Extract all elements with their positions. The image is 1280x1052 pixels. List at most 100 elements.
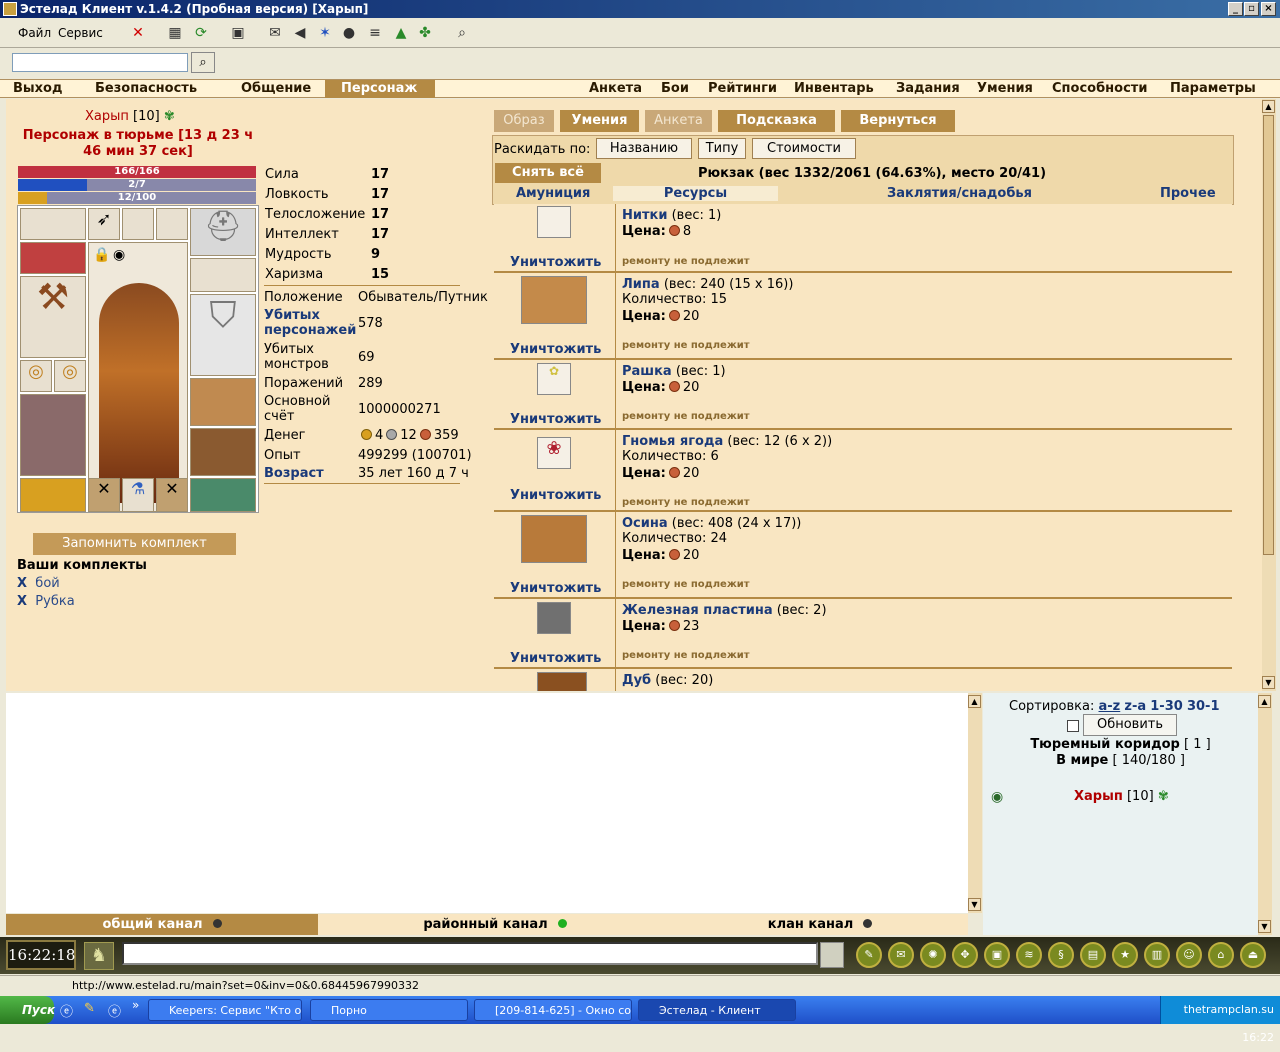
boots-slot[interactable]	[190, 428, 256, 476]
destroy-button[interactable]: Уничтожить	[510, 488, 601, 503]
window-icon[interactable]: ▣	[229, 24, 247, 42]
item-name-link[interactable]: Липа	[622, 277, 660, 292]
nav-security[interactable]: Безопасность	[95, 80, 197, 98]
shield-slot[interactable]: ⛉	[190, 294, 256, 376]
set-link-rubka[interactable]: Рубка	[35, 594, 74, 609]
online-user-name[interactable]: Харып	[1074, 789, 1123, 804]
swirl-icon[interactable]: ✺	[920, 942, 946, 968]
nav-inventory[interactable]: Инвентарь	[794, 80, 874, 98]
scroll-thumb[interactable]	[1263, 115, 1274, 555]
sort-30-1-link[interactable]: 30-1	[1187, 699, 1220, 714]
walk-icon[interactable]: ♞	[84, 942, 114, 970]
sort-by-cost-button[interactable]: Стоимости	[752, 138, 856, 159]
quicklaunch-more-icon[interactable]: »	[132, 998, 139, 1012]
maximize-button[interactable]: ▫	[1244, 2, 1259, 16]
menu-service[interactable]: Сервис	[58, 26, 103, 40]
remember-set-button[interactable]: Запомнить комплект	[33, 533, 236, 555]
belt-item-slot[interactable]	[20, 478, 86, 512]
sort-1-30-link[interactable]: 1-30	[1150, 699, 1183, 714]
quicklaunch-ie-icon-2[interactable]: ⓔ	[108, 1001, 121, 1020]
inventory-icon[interactable]: ▤	[1080, 942, 1106, 968]
start-button[interactable]: Пуск	[0, 996, 55, 1024]
sort-az-link[interactable]: a-z	[1099, 699, 1121, 714]
category-ammo[interactable]: Амуниция	[516, 186, 590, 201]
empty-slot-1[interactable]: ✕	[88, 478, 120, 512]
set-link-boi[interactable]: бой	[35, 576, 59, 591]
sort-za-link[interactable]: z-a	[1124, 699, 1146, 714]
sort-by-name-button[interactable]: Названию	[596, 138, 692, 159]
category-spells[interactable]: Заклятия/снадобья	[887, 186, 1032, 201]
scroll-up-icon[interactable]: ▲	[1258, 695, 1271, 708]
chat-icon[interactable]: ✉	[266, 24, 284, 42]
item-name-link[interactable]: Железная пластина	[622, 603, 773, 618]
search-icon[interactable]: ⌕	[453, 24, 471, 42]
channel-clan[interactable]: клан канал	[672, 914, 968, 935]
amulet-slot[interactable]	[190, 258, 256, 292]
character-name[interactable]: Харып	[85, 109, 129, 124]
refresh-icon[interactable]: ⟳	[192, 24, 210, 42]
taskbar-item-keepers[interactable]: Keepers: Сервис "Кто о...	[148, 999, 302, 1021]
content-scrollbar[interactable]: ▲ ▼	[1262, 99, 1276, 691]
quicklaunch-ie-icon[interactable]: ⓔ	[60, 1001, 73, 1020]
tab-skills[interactable]: Умения	[560, 110, 639, 132]
menu-file[interactable]: Файл	[18, 26, 51, 40]
chat-bubble-icon[interactable]: ✉	[888, 942, 914, 968]
auto-refresh-checkbox[interactable]	[1067, 720, 1079, 732]
empty-slot-2[interactable]: ✕	[156, 478, 188, 512]
kills-label[interactable]: Убитых персонажей	[264, 308, 358, 338]
nav-quests[interactable]: Задания	[896, 80, 960, 98]
tab-profile[interactable]: Анкета	[645, 110, 712, 132]
dagger-slot[interactable]: ➶	[88, 208, 120, 240]
axe-slot[interactable]: ⚒	[20, 276, 86, 358]
gloves-slot[interactable]	[20, 208, 86, 240]
belt-slot[interactable]	[20, 242, 86, 274]
magic-icon[interactable]: ✶	[316, 24, 334, 42]
age-label[interactable]: Возраст	[264, 466, 324, 481]
edit-icon[interactable]: ✎	[856, 942, 882, 968]
helmet-slot[interactable]: ⛑	[190, 208, 256, 256]
close-button[interactable]: ×	[1261, 2, 1276, 16]
nav-parameters[interactable]: Параметры	[1170, 80, 1256, 98]
bracers-slot[interactable]	[190, 378, 256, 426]
chat-log[interactable]	[6, 693, 968, 913]
taskbar-item-chat[interactable]: [209-814-625] - Окно со...	[474, 999, 632, 1021]
destroy-button[interactable]: Уничтожить	[510, 255, 601, 270]
globe-icon[interactable]: ◉	[113, 247, 125, 263]
quicklaunch-icon[interactable]: ✎	[84, 1001, 95, 1016]
clover-icon[interactable]: ✤	[416, 24, 434, 42]
scroll-down-icon[interactable]: ▼	[968, 898, 981, 911]
users-scrollbar[interactable]: ▲ ▼	[1258, 693, 1272, 935]
film-icon[interactable]: ▦	[166, 24, 184, 42]
armor-slot[interactable]	[20, 394, 86, 476]
search-input[interactable]	[12, 53, 188, 72]
nav-character[interactable]: Персонаж	[325, 80, 435, 98]
category-other[interactable]: Прочее	[1160, 186, 1216, 201]
eye-icon[interactable]: ◉	[991, 789, 1003, 805]
destroy-button[interactable]: Уничтожить	[510, 412, 601, 427]
nav-abilities[interactable]: Способности	[1052, 80, 1147, 98]
scroll-icon[interactable]: ≡	[366, 24, 384, 42]
scroll-up-icon[interactable]: ▲	[1262, 100, 1275, 113]
minimize-button[interactable]: _	[1228, 2, 1243, 16]
puzzle-icon[interactable]: ✥	[952, 942, 978, 968]
exit-icon[interactable]: ⏏	[1240, 942, 1266, 968]
money-bag-icon[interactable]: ●	[340, 24, 358, 42]
ring-slot-1[interactable]: ◎	[20, 360, 52, 392]
category-resources[interactable]: Ресурсы	[613, 186, 778, 201]
arrows-slot-2[interactable]	[156, 208, 188, 240]
book-icon[interactable]: ▥	[1144, 942, 1170, 968]
taskbar-item-estelad[interactable]: Эстелад - Клиент	[638, 999, 796, 1021]
nav-skills[interactable]: Умения	[977, 80, 1033, 98]
search-button[interactable]: ⌕	[191, 52, 215, 73]
tab-image[interactable]: Образ	[494, 110, 554, 132]
item-name-link[interactable]: Осина	[622, 516, 668, 531]
taskbar-item-folder[interactable]: Порно	[310, 999, 468, 1021]
sort-by-type-button[interactable]: Типу	[698, 138, 746, 159]
channel-general[interactable]: общий канал	[6, 914, 318, 935]
map-icon[interactable]: ▲	[392, 24, 410, 42]
map-scroll-icon[interactable]: ≋	[1016, 942, 1042, 968]
nav-profile[interactable]: Анкета	[589, 80, 642, 98]
send-button[interactable]	[820, 942, 844, 968]
chat-scrollbar[interactable]: ▲ ▼	[968, 693, 982, 913]
destroy-button[interactable]: Уничтожить	[510, 581, 601, 596]
